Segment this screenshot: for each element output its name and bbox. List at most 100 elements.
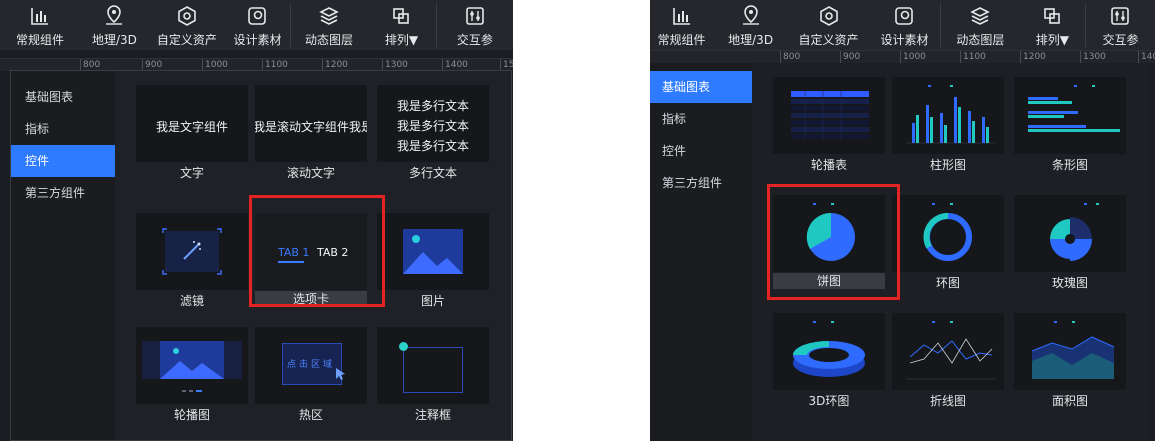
component-card-area-chart[interactable]: 面积图 bbox=[1014, 299, 1126, 408]
card-thumbnail bbox=[892, 195, 1004, 272]
multiline-preview-line: 我是多行文本 bbox=[396, 119, 469, 133]
card-thumbnail: 我是文字组件 bbox=[136, 85, 248, 162]
card-label: 热区 bbox=[298, 408, 323, 422]
toolbar-custom-assets[interactable]: 自定义资产 bbox=[149, 0, 225, 50]
card-label: 文字 bbox=[179, 166, 204, 180]
card-thumbnail bbox=[377, 327, 489, 404]
top-toolbar: 常规组件 地理/3D 自定义资产 设计素材 动态图层 排列▼ 交互参 bbox=[0, 0, 513, 50]
component-card-column-chart[interactable]: 柱形图 bbox=[892, 63, 1004, 172]
area-chart-preview-icon bbox=[1031, 321, 1115, 379]
card-label: 环图 bbox=[935, 276, 960, 290]
component-card-multiline-text[interactable]: 我是多行文本 我是多行文本 我是多行文本 多行文本 bbox=[377, 71, 489, 180]
toolbar-common-components[interactable]: 常规组件 bbox=[0, 0, 80, 50]
component-card-carousel[interactable]: 轮播图 bbox=[136, 313, 248, 422]
component-card-carousel-table[interactable]: 轮播表 bbox=[773, 63, 885, 172]
card-thumbnail bbox=[892, 313, 1004, 390]
bar-chart-icon bbox=[670, 0, 694, 26]
toolbar-design-materials[interactable]: 设计素材 bbox=[225, 0, 290, 50]
card-label: 图片 bbox=[420, 294, 445, 308]
arrange-icon bbox=[389, 0, 413, 26]
line-chart-preview-icon bbox=[906, 321, 996, 380]
category-indicators[interactable]: 指标 bbox=[650, 103, 752, 135]
card-label: 柱形图 bbox=[929, 158, 966, 172]
card-label: 轮播图 bbox=[173, 408, 210, 422]
column-chart-preview-icon bbox=[906, 85, 996, 144]
scroll-text-preview: 我是滚动文字组件我是滚 bbox=[255, 120, 367, 134]
top-toolbar: 常规组件 地理/3D 自定义资产 设计素材 动态图层 排列▼ 交互参 bbox=[650, 0, 1155, 50]
ruler-tick: 1000 bbox=[900, 51, 926, 63]
layers-icon bbox=[317, 0, 341, 26]
cursor-icon bbox=[336, 368, 345, 380]
category-controls[interactable]: 控件 bbox=[11, 145, 115, 177]
toolbar-label: 地理/3D bbox=[728, 33, 774, 47]
toolbar-label: 常规组件 bbox=[16, 33, 65, 47]
card-label: 3D环图 bbox=[808, 394, 850, 408]
toolbar-label: 交互参 bbox=[1102, 33, 1139, 47]
component-card-annotation[interactable]: 注释框 bbox=[377, 313, 489, 422]
toolbar-label: 交互参 bbox=[456, 33, 493, 47]
sliders-icon bbox=[1108, 0, 1132, 26]
ruler-tick: 1300 bbox=[1080, 51, 1106, 63]
component-card-bar-chart[interactable]: 条形图 bbox=[1014, 63, 1126, 172]
bar-chart-icon bbox=[28, 0, 52, 26]
category-third-party[interactable]: 第三方组件 bbox=[11, 177, 115, 209]
toolbar-arrange[interactable]: 排列▼ bbox=[1020, 0, 1085, 50]
toolbar-geo-3d[interactable]: 地理/3D bbox=[713, 0, 788, 50]
component-card-ring-chart[interactable]: 环图 bbox=[892, 181, 1004, 290]
component-card-scroll-text[interactable]: 我是滚动文字组件我是滚 滚动文字 bbox=[255, 71, 367, 180]
highlight-box bbox=[767, 184, 900, 300]
ruler-tick: 1100 bbox=[960, 51, 986, 63]
toolbar-dynamic-layers[interactable]: 动态图层 bbox=[291, 0, 367, 50]
card-label: 玫瑰图 bbox=[1051, 276, 1088, 290]
category-controls[interactable]: 控件 bbox=[650, 135, 752, 167]
toolbar-interaction[interactable]: 交互参 bbox=[1086, 0, 1155, 50]
toolbar-dynamic-layers[interactable]: 动态图层 bbox=[941, 0, 1020, 50]
annotation-frame bbox=[403, 347, 463, 393]
component-card-hotspot[interactable]: 点击区域 热区 bbox=[255, 313, 367, 422]
component-card-rose-chart[interactable]: 玫瑰图 bbox=[1014, 181, 1126, 290]
component-card-text[interactable]: 我是文字组件 文字 bbox=[136, 71, 248, 180]
card-label: 折线图 bbox=[929, 394, 966, 408]
toolbar-arrange[interactable]: 排列▼ bbox=[367, 0, 436, 50]
component-card-line-chart[interactable]: 折线图 bbox=[892, 299, 1004, 408]
toolbar-label: 动态图层 bbox=[956, 33, 1005, 47]
hexagon-icon bbox=[175, 0, 199, 26]
category-nav: 基础图表 指标 控件 第三方组件 bbox=[650, 63, 752, 441]
toolbar-label: 自定义资产 bbox=[156, 33, 217, 47]
card-thumbnail bbox=[1014, 77, 1126, 154]
toolbar-label: 自定义资产 bbox=[798, 33, 859, 47]
highlight-box bbox=[249, 195, 385, 307]
category-basic-charts[interactable]: 基础图表 bbox=[11, 81, 115, 113]
left-screenshot-panel: 常规组件 地理/3D 自定义资产 设计素材 动态图层 排列▼ 交互参 800 9… bbox=[0, 0, 513, 441]
toolbar-common-components[interactable]: 常规组件 bbox=[650, 0, 713, 50]
card-thumbnail bbox=[892, 77, 1004, 154]
card-label: 滚动文字 bbox=[286, 166, 335, 180]
component-card-filter[interactable]: 滤镜 bbox=[136, 199, 248, 308]
ruler-tick: 1400 bbox=[1138, 51, 1155, 63]
category-basic-charts[interactable]: 基础图表 bbox=[650, 71, 752, 103]
card-thumbnail: 我是多行文本 我是多行文本 我是多行文本 bbox=[377, 85, 489, 162]
hexagon-icon bbox=[817, 0, 841, 26]
card-thumbnail: 点击区域 bbox=[255, 327, 367, 404]
toolbar-design-materials[interactable]: 设计素材 bbox=[869, 0, 940, 50]
toolbar-interaction[interactable]: 交互参 bbox=[437, 0, 513, 50]
toolbar-label: 排列▼ bbox=[384, 33, 419, 47]
toolbar-label: 设计素材 bbox=[233, 33, 282, 47]
category-nav: 基础图表 指标 控件 第三方组件 bbox=[11, 71, 115, 440]
card-thumbnail bbox=[773, 313, 885, 390]
category-indicators[interactable]: 指标 bbox=[11, 113, 115, 145]
card-label: 面积图 bbox=[1051, 394, 1088, 408]
toolbar-geo-3d[interactable]: 地理/3D bbox=[80, 0, 149, 50]
component-card-image[interactable]: 图片 bbox=[377, 199, 489, 308]
carousel-preview-icon bbox=[142, 341, 242, 392]
component-card-3d-ring-chart[interactable]: 3D环图 bbox=[773, 299, 885, 408]
category-third-party[interactable]: 第三方组件 bbox=[650, 167, 752, 199]
multiline-preview-line: 我是多行文本 bbox=[396, 139, 469, 153]
palette-icon bbox=[892, 0, 916, 26]
card-thumbnail bbox=[377, 213, 489, 290]
bar-chart-preview-icon bbox=[1028, 85, 1120, 132]
card-label: 轮播表 bbox=[810, 158, 847, 172]
text-preview: 我是文字组件 bbox=[155, 120, 228, 134]
card-label: 滤镜 bbox=[179, 294, 204, 308]
toolbar-custom-assets[interactable]: 自定义资产 bbox=[788, 0, 869, 50]
